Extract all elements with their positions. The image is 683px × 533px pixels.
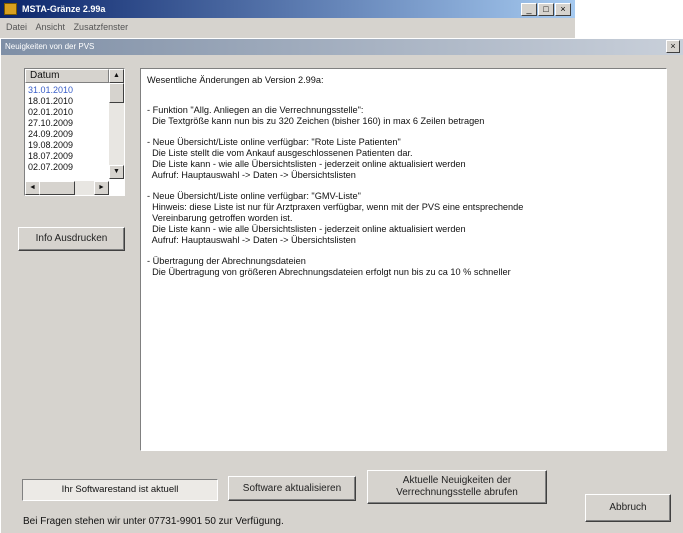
scroll-left-icon[interactable]: ◄: [25, 181, 40, 195]
print-info-button[interactable]: Info Ausdrucken: [18, 227, 125, 251]
menu-item-datei[interactable]: Datei: [6, 22, 27, 32]
dialog-title: Neuigkeiten von der PVS: [5, 42, 95, 51]
scroll-down-icon[interactable]: ▼: [109, 165, 124, 179]
content-section: - Übertragung der Abrechnungsdateien Die…: [147, 256, 660, 278]
fetch-news-button[interactable]: Aktuelle Neuigkeiten der Verrechnungsste…: [367, 470, 547, 504]
background-window-title: MSTA-Gränze 2.99a: [22, 4, 106, 14]
content-line: - Übertragung der Abrechnungsdateien: [147, 256, 306, 266]
background-title-bar[interactable]: MSTA-Gränze 2.99a: [0, 0, 575, 18]
content-line: Die Textgröße kann nun bis zu 320 Zeiche…: [147, 116, 485, 126]
content-section: - Funktion "Allg. Anliegen an die Verrec…: [147, 105, 660, 127]
content-line: Aufruf: Hauptauswahl -> Daten -> Übersic…: [147, 235, 356, 245]
content-section: - Neue Übersicht/Liste online verfügbar:…: [147, 137, 660, 181]
maximize-button[interactable]: □: [538, 3, 554, 16]
content-line: Hinweis: diese Liste ist nur für Arztpra…: [147, 202, 524, 212]
date-list[interactable]: Datum 31.01.2010 18.01.2010 02.01.2010 2…: [24, 68, 125, 196]
horizontal-scrollbar[interactable]: ◄ ►: [25, 181, 109, 195]
dialog-title-bar[interactable]: Neuigkeiten von der PVS: [1, 39, 683, 55]
scroll-thumb[interactable]: [109, 83, 124, 103]
scroll-right-icon[interactable]: ►: [94, 181, 109, 195]
date-list-item[interactable]: 18.01.2010: [27, 96, 107, 107]
fetch-news-label-line2: Verrechnungsstelle abrufen: [396, 487, 518, 498]
content-line: Die Übertragung von größeren Abrechnungs…: [147, 267, 511, 277]
scroll-up-icon[interactable]: ▲: [109, 69, 124, 83]
news-dialog: Neuigkeiten von der PVS × Datum 31.01.20…: [0, 38, 683, 533]
minimize-button[interactable]: _: [521, 3, 537, 16]
news-text-area[interactable]: Wesentliche Änderungen ab Version 2.99a:…: [140, 68, 667, 451]
cancel-button[interactable]: Abbruch: [585, 494, 671, 522]
content-line: Die Liste stellt die vom Ankauf ausgesch…: [147, 148, 413, 158]
date-column-header[interactable]: Datum: [25, 69, 109, 83]
horizontal-scroll-thumb[interactable]: [39, 181, 75, 195]
app-icon: [4, 3, 17, 15]
date-list-item[interactable]: 02.01.2010: [27, 107, 107, 118]
content-line: Vereinbarung getroffen worden ist.: [147, 213, 293, 223]
background-app-window: MSTA-Gränze 2.99a _ □ × Datei Ansicht Zu…: [0, 0, 575, 38]
fetch-news-label-line1: Aktuelle Neuigkeiten der: [402, 475, 512, 486]
contact-info: Bei Fragen stehen wir unter 07731-9901 5…: [23, 516, 284, 527]
update-software-button[interactable]: Software aktualisieren: [228, 476, 356, 501]
menu-item-ansicht[interactable]: Ansicht: [36, 22, 66, 32]
date-list-item[interactable]: 02.07.2009: [27, 162, 107, 173]
content-line: - Funktion "Allg. Anliegen an die Verrec…: [147, 105, 364, 115]
date-list-item[interactable]: 27.10.2009: [27, 118, 107, 129]
date-list-item[interactable]: 19.08.2009: [27, 140, 107, 151]
content-line: Die Liste kann - wie alle Übersichtslist…: [147, 224, 466, 234]
date-list-item[interactable]: 31.01.2010: [27, 85, 107, 96]
content-line: Die Liste kann - wie alle Übersichtslist…: [147, 159, 466, 169]
background-menu-bar: Datei Ansicht Zusatzfenster: [0, 18, 575, 36]
content-section: - Neue Übersicht/Liste online verfügbar:…: [147, 191, 660, 246]
content-line: - Neue Übersicht/Liste online verfügbar:…: [147, 191, 361, 201]
menu-item-zusatzfenster[interactable]: Zusatzfenster: [74, 22, 129, 32]
content-heading: Wesentliche Änderungen ab Version 2.99a:: [147, 75, 324, 85]
content-line: - Neue Übersicht/Liste online verfügbar:…: [147, 137, 401, 147]
content-line: Aufruf: Hauptauswahl -> Daten -> Übersic…: [147, 170, 356, 180]
date-list-item[interactable]: 18.07.2009: [27, 151, 107, 162]
software-status-field: Ihr Softwarestand ist aktuell: [22, 479, 218, 501]
vertical-scrollbar[interactable]: ▲ ▼: [109, 69, 124, 179]
close-button[interactable]: ×: [555, 3, 571, 16]
dialog-close-button[interactable]: ×: [666, 40, 680, 53]
date-list-item[interactable]: 24.09.2009: [27, 129, 107, 140]
